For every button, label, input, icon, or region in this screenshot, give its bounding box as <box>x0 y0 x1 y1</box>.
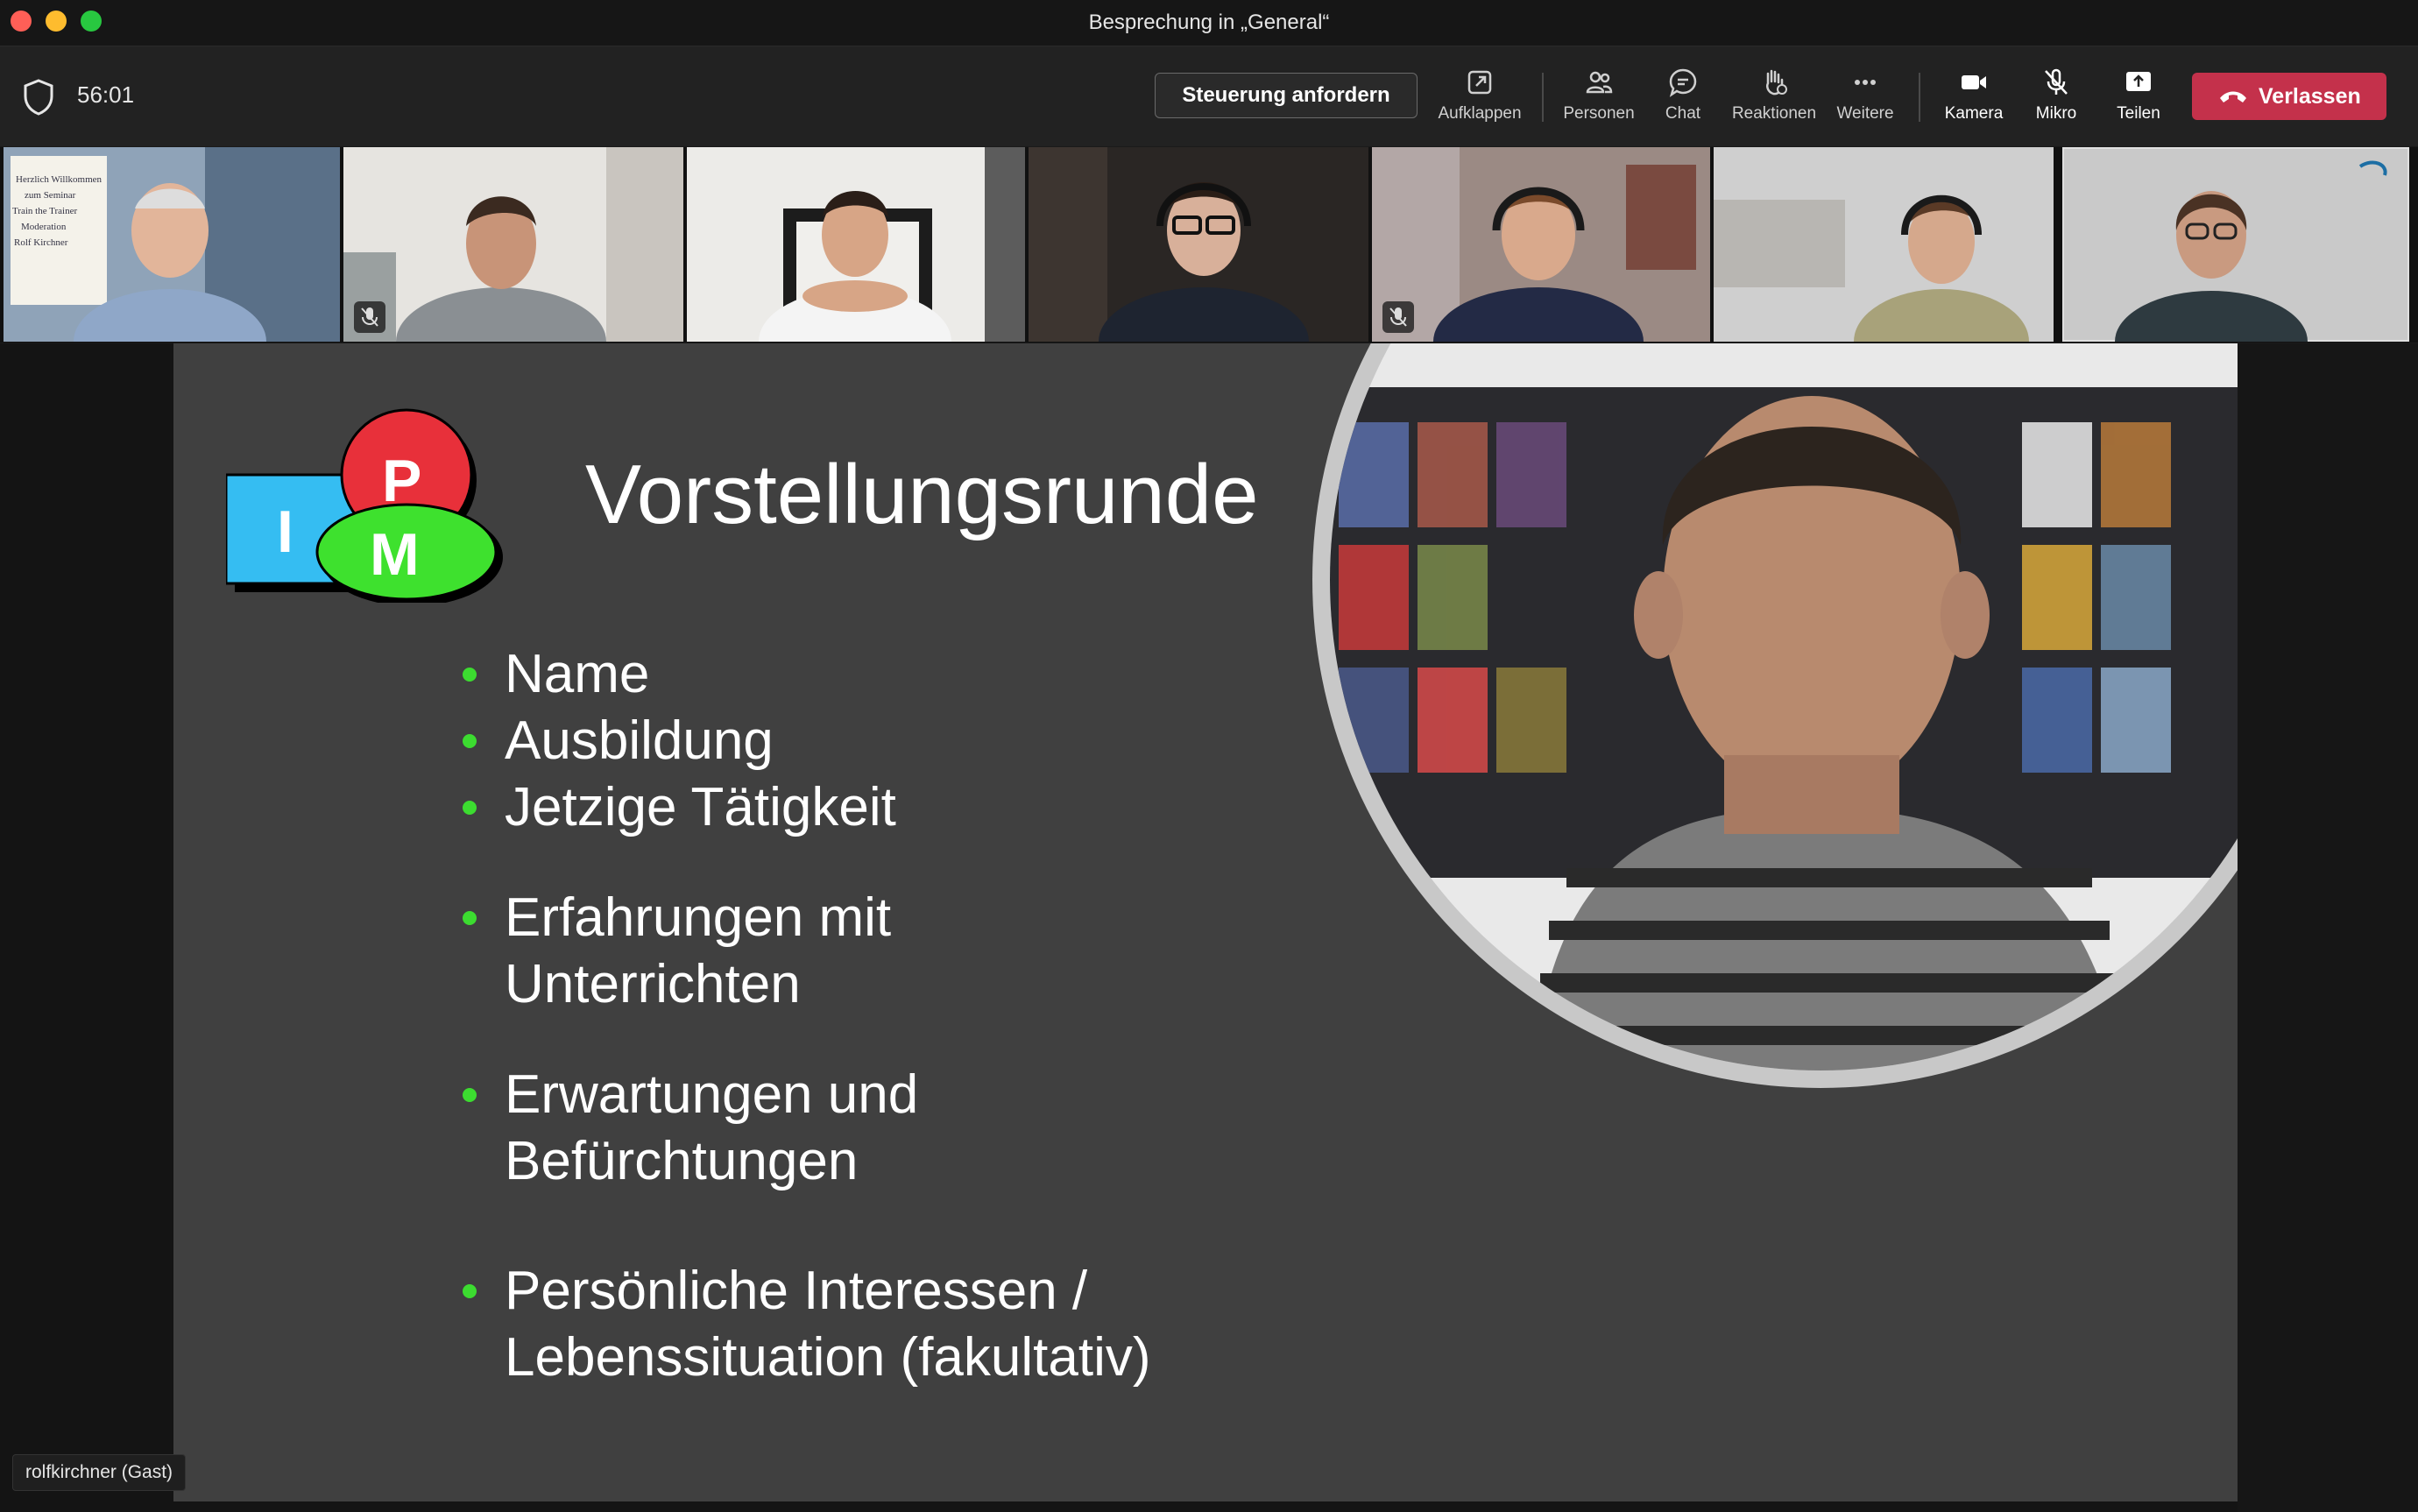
people-button[interactable]: Personen <box>1551 66 1647 131</box>
share-button[interactable]: Teilen <box>2090 66 2187 131</box>
participant-tile[interactable] <box>1372 147 1710 342</box>
logo-letter-m: M <box>370 521 420 588</box>
video-feed <box>2062 147 2409 342</box>
slide-bullet: Erfahrungen mit Unterrichten <box>463 885 978 1018</box>
whiteboard-line: Train the Trainer <box>12 206 77 216</box>
more-dots-icon <box>1855 80 1876 85</box>
mic-off-icon <box>2045 68 2068 95</box>
popout-label: Aufklappen <box>1438 104 1522 123</box>
more-label: Weitere <box>1836 104 1894 123</box>
whiteboard-line: zum Seminar <box>25 190 76 201</box>
slide-bullet: Persönliche Interessen / Lebenssituation… <box>463 1258 1258 1391</box>
shared-screen-area: I P M Vorstellungsrunde Name Ausbildung … <box>0 343 2418 1512</box>
video-feed <box>1029 147 1368 342</box>
window-titlebar: Besprechung in „General“ <box>0 0 2418 46</box>
ipm-logo: I P M <box>226 408 503 603</box>
mic-off-icon <box>361 307 378 327</box>
chat-label: Chat <box>1665 104 1701 123</box>
chat-button[interactable]: Chat <box>1635 66 1731 131</box>
participant-tile[interactable] <box>343 147 683 342</box>
slide-photo-circle <box>1312 343 2238 1088</box>
toolbar-divider <box>1542 73 1544 122</box>
reactions-label: Reaktionen <box>1731 104 1817 123</box>
whiteboard-line: Herzlich Willkommen <box>16 174 103 185</box>
participant-tile[interactable] <box>1714 147 2054 342</box>
meeting-timer: 56:01 <box>77 81 135 108</box>
video-feed: Herzlich Willkommen zum Seminar Train th… <box>4 147 340 342</box>
participant-tile[interactable] <box>1029 147 1368 342</box>
hangup-icon <box>2220 91 2246 102</box>
muted-indicator <box>1382 301 1414 333</box>
participant-tile[interactable] <box>687 147 1025 342</box>
leave-label: Verlassen <box>2259 84 2361 109</box>
mic-off-icon <box>1389 307 1407 327</box>
people-icon <box>1586 71 1613 94</box>
popout-button[interactable]: Aufklappen <box>1432 66 1528 131</box>
participant-tile[interactable] <box>2062 147 2409 342</box>
presenter-name-tag: rolfkirchner (Gast) <box>12 1454 187 1491</box>
slide-bullet: Ausbildung <box>463 708 1374 774</box>
meeting-toolbar: 56:01 Steuerung anfordern Aufklappen Per… <box>0 46 2418 146</box>
stage-side-bar <box>2238 343 2418 1512</box>
muted-indicator <box>354 301 385 333</box>
share-screen-icon <box>2126 72 2151 91</box>
slide-bullet-list: Name Ausbildung Jetzige Tätigkeit Erfahr… <box>463 641 1374 1391</box>
presentation-slide: I P M Vorstellungsrunde Name Ausbildung … <box>173 343 2238 1501</box>
window-title: Besprechung in „General“ <box>1088 11 1330 34</box>
participant-tile[interactable]: Herzlich Willkommen zum Seminar Train th… <box>4 147 340 342</box>
video-feed <box>343 147 683 342</box>
shield-icon <box>24 79 53 116</box>
video-feed <box>687 147 1025 342</box>
whiteboard-line: Moderation <box>21 222 67 232</box>
share-label: Teilen <box>2117 104 2160 123</box>
toolbar-divider <box>1919 73 1920 122</box>
people-label: Personen <box>1563 104 1635 123</box>
whiteboard-line: Rolf Kirchner <box>14 237 68 248</box>
slide-bullet: Name <box>463 641 1374 708</box>
slide-bullet: Erwartungen und Befürchtungen <box>463 1062 1030 1195</box>
chat-icon <box>1669 68 1697 97</box>
camera-icon <box>1962 75 1986 89</box>
request-control-button[interactable]: Steuerung anfordern <box>1155 73 1418 118</box>
reactions-button[interactable]: Reaktionen <box>1726 66 1822 131</box>
slide-bullet: Jetzige Tätigkeit <box>463 774 1374 841</box>
logo-letter-i: I <box>277 498 293 565</box>
leave-button[interactable]: Verlassen <box>2192 73 2386 120</box>
video-feed <box>1714 147 2054 342</box>
reaction-hand-icon <box>1766 69 1787 95</box>
video-feed <box>1372 147 1710 342</box>
popout-icon <box>1467 70 1492 95</box>
slide-title: Vorstellungsrunde <box>585 448 1259 541</box>
participant-strip: Herzlich Willkommen zum Seminar Train th… <box>0 147 2418 343</box>
more-button[interactable]: Weitere <box>1817 66 1913 131</box>
